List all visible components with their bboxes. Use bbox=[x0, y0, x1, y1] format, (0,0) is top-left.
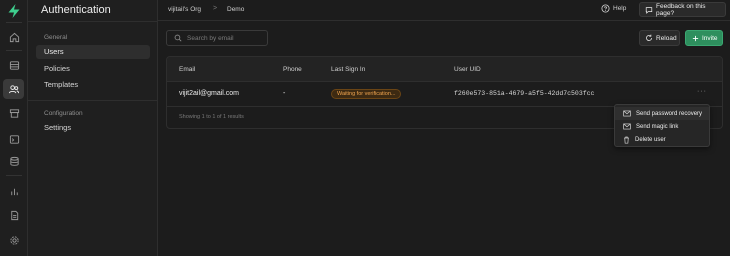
help-button[interactable]: Help bbox=[601, 4, 626, 13]
menu-item-send-magic-link[interactable]: Send magic link bbox=[615, 120, 709, 133]
breadcrumb-project[interactable]: Demo bbox=[227, 6, 244, 13]
storage-icon[interactable] bbox=[6, 105, 22, 121]
table-header: Email Phone Last Sign In User UID bbox=[167, 57, 722, 82]
reload-label: Reload bbox=[656, 34, 677, 42]
menu-item-label: Send password recovery bbox=[636, 110, 703, 117]
home-icon[interactable] bbox=[6, 29, 22, 45]
breadcrumb-separator: > bbox=[213, 5, 218, 12]
sidebar-item-templates[interactable]: Templates bbox=[36, 78, 150, 92]
logo-icon[interactable] bbox=[6, 3, 22, 19]
sql-terminal-icon[interactable] bbox=[6, 131, 22, 147]
database-icon[interactable] bbox=[6, 153, 22, 169]
refresh-icon bbox=[645, 34, 653, 42]
table-footer: Showing 1 to 1 of 1 results bbox=[179, 114, 244, 120]
menu-item-label: Delete user bbox=[635, 136, 666, 143]
help-label: Help bbox=[613, 5, 627, 12]
settings-icon[interactable] bbox=[6, 232, 22, 248]
group-label-general: General bbox=[44, 34, 68, 41]
group-label-configuration: Configuration bbox=[44, 110, 83, 117]
sidebar-item-settings[interactable]: Settings bbox=[36, 121, 150, 135]
mail-icon bbox=[623, 123, 631, 130]
breadcrumb-org[interactable]: vijitail's Org bbox=[168, 6, 201, 13]
reports-icon[interactable] bbox=[6, 183, 22, 199]
user-email: vijit2ail@gmail.com bbox=[179, 90, 240, 97]
column-header-email: Email bbox=[179, 66, 196, 73]
auth-sidebar: Authentication General Users Policies Te… bbox=[28, 0, 158, 256]
user-uid: f260e573-851a-4679-a5f5-42dd7c503fcc bbox=[454, 90, 595, 97]
trash-icon bbox=[623, 136, 630, 144]
section-title: Authentication bbox=[41, 4, 111, 16]
icon-rail bbox=[0, 0, 28, 256]
row-actions-button[interactable]: ··· bbox=[697, 88, 707, 95]
mail-icon bbox=[623, 110, 631, 117]
menu-item-delete-user[interactable]: Delete user bbox=[615, 133, 709, 146]
plus-icon bbox=[692, 35, 699, 42]
invite-label: Invite bbox=[702, 34, 718, 42]
search-input[interactable] bbox=[187, 34, 267, 42]
feedback-label: Feedback on this page? bbox=[656, 2, 706, 17]
top-bar: vijitail's Org > Demo Help Feedback on t… bbox=[158, 0, 730, 21]
invite-button[interactable]: Invite bbox=[685, 30, 723, 46]
search-field[interactable] bbox=[166, 30, 268, 46]
column-header-last-sign-in: Last Sign In bbox=[331, 66, 366, 73]
docs-icon[interactable] bbox=[6, 207, 22, 223]
table-editor-icon[interactable] bbox=[6, 57, 22, 73]
menu-item-send-password-recovery[interactable]: Send password recovery bbox=[615, 107, 709, 120]
column-header-user-uid: User UID bbox=[454, 66, 481, 73]
status-badge: Waiting for verification... bbox=[331, 89, 402, 99]
user-phone: - bbox=[283, 90, 286, 97]
sidebar-item-users[interactable]: Users bbox=[36, 45, 150, 59]
column-header-phone: Phone bbox=[283, 66, 302, 73]
sidebar-item-policies[interactable]: Policies bbox=[36, 62, 150, 76]
row-context-menu: Send password recovery Send magic link D… bbox=[614, 104, 710, 147]
menu-item-label: Send magic link bbox=[636, 123, 679, 130]
chat-bubble-icon bbox=[645, 6, 653, 14]
search-icon bbox=[174, 34, 182, 42]
users-icon[interactable] bbox=[3, 79, 24, 99]
help-icon bbox=[601, 4, 610, 13]
feedback-button[interactable]: Feedback on this page? bbox=[639, 2, 726, 17]
reload-button[interactable]: Reload bbox=[639, 30, 680, 46]
